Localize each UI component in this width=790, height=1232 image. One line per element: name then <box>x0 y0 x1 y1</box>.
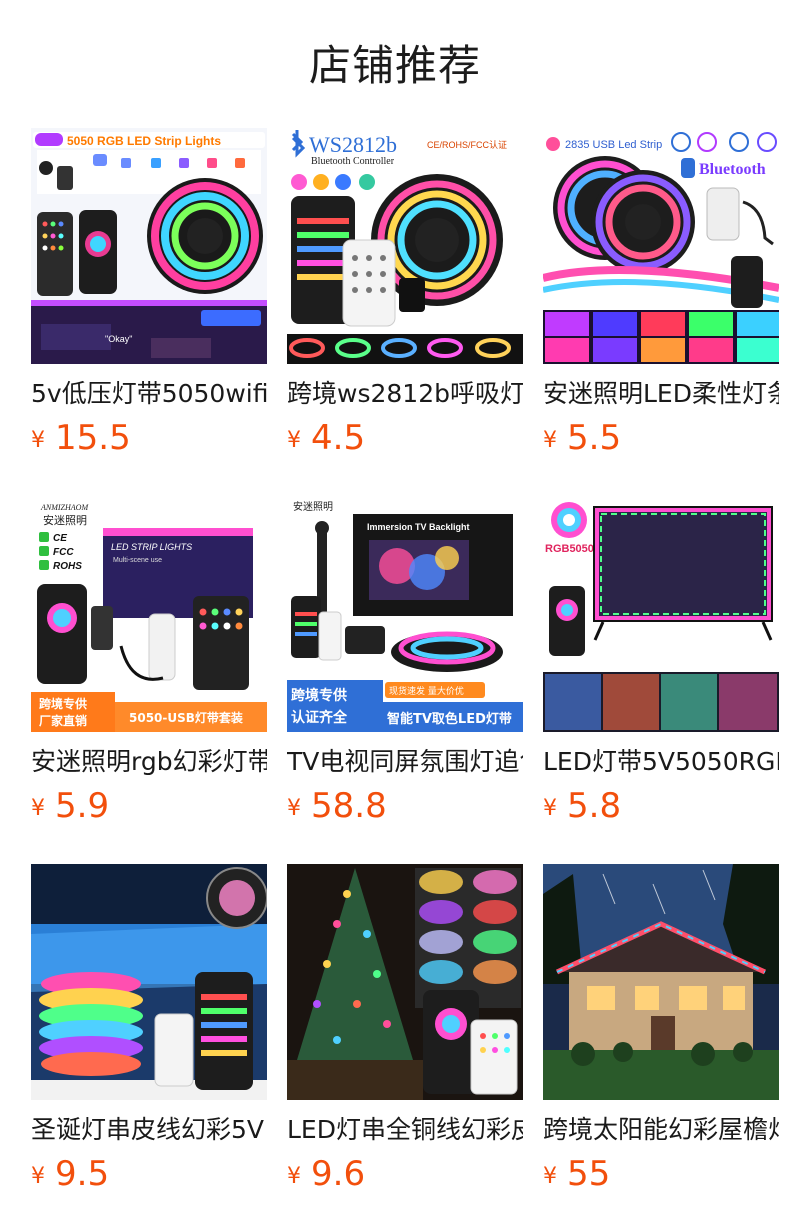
product-name[interactable]: 5v低压灯带5050wifi <box>31 377 267 413</box>
price-value: 55 <box>567 1154 611 1194</box>
product-name[interactable]: 安迷照明rgb幻彩灯带 <box>31 745 267 781</box>
image-caption: 跨境专供 <box>291 687 347 704</box>
product-name[interactable]: 跨境太阳能幻彩屋檐灯 <box>543 1113 779 1149</box>
image-caption: 安迷照明 <box>293 500 333 513</box>
image-caption: Bluetooth <box>699 161 766 178</box>
price-value: 9.6 <box>311 1154 366 1194</box>
product-image[interactable]: 5050 RGB LED Strip Lights "Okay" <box>31 128 267 364</box>
price-value: 5.9 <box>55 786 110 826</box>
product-price: ¥4.5 <box>287 418 365 458</box>
currency-symbol: ¥ <box>543 428 557 453</box>
currency-symbol: ¥ <box>543 796 557 821</box>
image-caption: 智能TV取色LED灯带 <box>387 711 512 727</box>
image-caption: "Okay" <box>105 334 132 344</box>
price-value: 9.5 <box>55 1154 110 1194</box>
product-image[interactable] <box>31 864 267 1100</box>
image-caption: 跨境专供 <box>39 696 87 711</box>
section-title: 店铺推荐 <box>308 41 481 90</box>
image-caption: 5050 RGB LED Strip Lights <box>67 134 221 148</box>
currency-symbol: ¥ <box>287 428 301 453</box>
product-image[interactable] <box>287 864 523 1100</box>
product-name[interactable]: 跨境ws2812b呼吸灯 <box>287 377 523 413</box>
product-image[interactable] <box>543 864 779 1100</box>
image-caption: 认证齐全 <box>291 709 348 726</box>
image-caption: Bluetooth Controller <box>311 156 395 167</box>
product-name[interactable]: 安迷照明LED柔性灯条 <box>543 377 779 413</box>
product-price: ¥5.5 <box>543 418 621 458</box>
currency-symbol: ¥ <box>31 428 45 453</box>
image-caption: FCC <box>53 547 74 558</box>
image-caption: ANMIZHAOM <box>40 503 89 512</box>
currency-symbol: ¥ <box>543 1164 557 1189</box>
image-caption: 现货速发 量大价优 <box>389 685 464 697</box>
image-caption: Multi-scene use <box>113 557 162 564</box>
image-caption: Immersion TV Backlight <box>367 522 470 532</box>
image-caption: 安迷照明 <box>43 513 87 527</box>
currency-symbol: ¥ <box>31 1164 45 1189</box>
image-caption: RGB5050 <box>545 543 594 555</box>
product-name[interactable]: 圣诞灯串皮线幻彩5V <box>31 1113 267 1149</box>
price-value: 4.5 <box>311 418 366 458</box>
product-price: ¥9.5 <box>31 1154 109 1194</box>
price-value: 5.5 <box>567 418 622 458</box>
image-caption: 2835 USB Led Strip <box>565 139 662 151</box>
product-price: ¥15.5 <box>31 418 131 458</box>
product-image[interactable]: RGB5050 <box>543 496 779 732</box>
image-caption: LED STRIP LIGHTS <box>111 542 192 552</box>
image-caption: ROHS <box>53 561 82 572</box>
product-price: ¥55 <box>543 1154 610 1194</box>
product-price: ¥9.6 <box>287 1154 365 1194</box>
price-value: 58.8 <box>311 786 387 826</box>
product-name[interactable]: LED灯带5V5050RGB <box>543 745 779 781</box>
product-image[interactable]: WS2812b Bluetooth Controller CE/ROHS/FCC… <box>287 128 523 364</box>
product-price: ¥58.8 <box>287 786 387 826</box>
image-caption: CE/ROHS/FCC认证 <box>427 139 507 150</box>
product-image[interactable]: 2835 USB Led Strip Bluetooth <box>543 128 779 364</box>
product-name[interactable]: TV电视同屏氛围灯追色 <box>287 745 523 781</box>
image-caption: CE <box>53 533 67 544</box>
product-price: ¥5.8 <box>543 786 621 826</box>
price-value: 5.8 <box>567 786 622 826</box>
currency-symbol: ¥ <box>287 1164 301 1189</box>
product-name[interactable]: LED灯串全铜线幻彩皮线 <box>287 1113 523 1149</box>
currency-symbol: ¥ <box>31 796 45 821</box>
product-image[interactable]: 安迷照明 Immersion TV Backlight 跨境专供 认证齐全 现货… <box>287 496 523 732</box>
currency-symbol: ¥ <box>287 796 301 821</box>
image-caption: WS2812b <box>309 132 397 157</box>
price-value: 15.5 <box>55 418 131 458</box>
image-caption: 厂家直销 <box>39 713 87 728</box>
product-image[interactable]: ANMIZHAOM 安迷照明 CE FCC ROHS LED STRIP LIG… <box>31 496 267 732</box>
product-price: ¥5.9 <box>31 786 109 826</box>
image-caption: 5050-USB灯带套装 <box>129 710 243 725</box>
